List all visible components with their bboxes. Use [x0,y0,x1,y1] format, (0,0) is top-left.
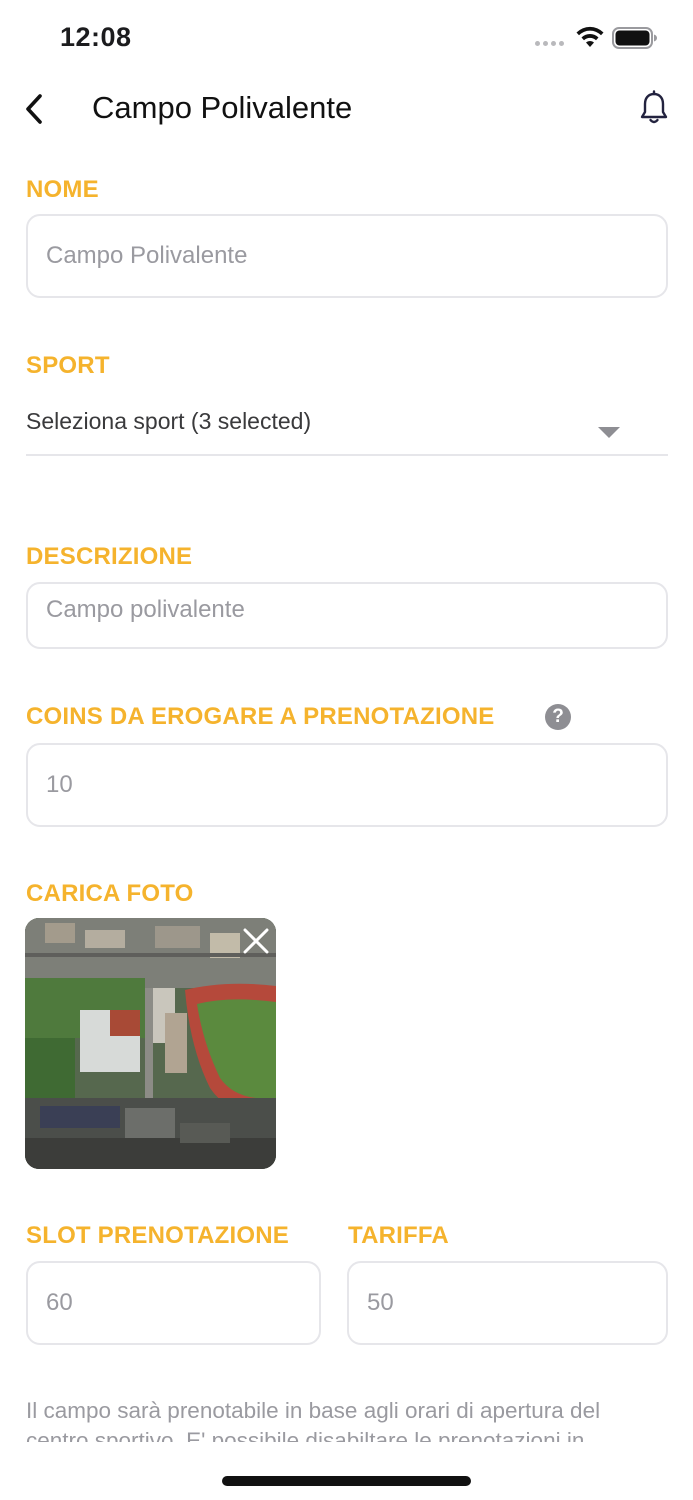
nome-label: NOME [26,176,99,203]
cellular-signal-icon [535,41,564,46]
status-time: 12:08 [60,22,132,52]
nome-input[interactable] [26,214,668,298]
sport-select-value: Seleziona sport (3 selected) [26,408,312,434]
home-indicator [222,1476,471,1486]
caret-down-icon [598,427,620,438]
page-title: Campo Polivalente [92,90,353,125]
descrizione-input[interactable] [26,582,668,649]
coins-label: COINS DA EROGARE A PRENOTAZIONE [26,703,495,730]
sport-label: SPORT [26,352,110,379]
descrizione-label: DESCRIZIONE [26,543,193,570]
bell-icon[interactable] [638,90,670,126]
back-chevron-icon[interactable] [22,92,48,126]
tariffa-label: TARIFFA [348,1222,449,1249]
screen: 12:08 Campo Polivalente NOME SPORT Selez… [0,0,693,1500]
tariffa-input[interactable] [347,1261,668,1345]
sport-select[interactable]: Seleziona sport (3 selected) [26,400,668,456]
uploaded-photo [25,918,276,1169]
status-bar: 12:08 [0,0,693,80]
aerial-sports-field-image [25,918,276,1169]
close-icon[interactable] [240,925,272,957]
wifi-icon [576,26,604,47]
coins-input[interactable] [26,743,668,827]
battery-icon [612,27,657,49]
slot-label: SLOT PRENOTAZIONE [26,1222,289,1249]
footer-note: Il campo sarà prenotabile in base agli o… [26,1398,601,1442]
help-icon[interactable]: ? [545,704,571,730]
slot-input[interactable] [26,1261,321,1345]
carica-foto-label: CARICA FOTO [26,880,194,907]
